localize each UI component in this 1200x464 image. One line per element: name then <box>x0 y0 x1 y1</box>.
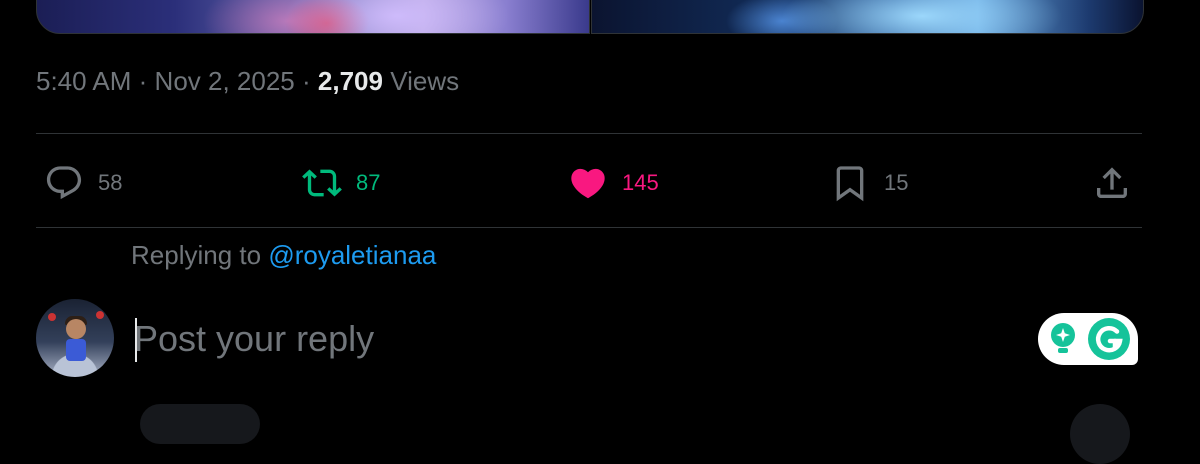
views-label: Views <box>390 66 460 96</box>
share-button[interactable] <box>1092 160 1132 206</box>
retweet-icon <box>302 169 342 197</box>
lightbulb-sparkle-icon[interactable] <box>1045 319 1081 359</box>
heart-icon <box>571 168 605 199</box>
text-caret <box>135 318 137 362</box>
avatar[interactable] <box>36 299 114 377</box>
reply-icon <box>46 166 82 200</box>
tweet-meta: 5:40 AM · Nov 2, 2025 · 2,709 Views <box>36 66 459 97</box>
replying-to-handle[interactable]: @royaletianaa <box>268 240 436 270</box>
divider-bottom <box>36 227 1142 228</box>
bookmark-icon <box>836 166 864 202</box>
replying-to-label: Replying to <box>131 240 262 270</box>
share-icon <box>1097 167 1127 198</box>
reply-count: 58 <box>98 170 123 195</box>
views-count: 2,709 <box>317 66 383 96</box>
media-image-right[interactable] <box>591 0 1144 34</box>
reply-toolbar-circle[interactable] <box>1070 404 1130 464</box>
media-image-left[interactable] <box>36 0 590 34</box>
like-count: 145 <box>622 170 659 195</box>
retweet-count: 87 <box>356 170 381 195</box>
grammarly-widget[interactable] <box>1038 313 1138 365</box>
bookmark-button[interactable]: 15 <box>830 160 908 206</box>
meta-separator: · <box>302 66 311 96</box>
retweet-button[interactable]: 87 <box>302 160 380 206</box>
tweet-media <box>36 0 1144 34</box>
bookmark-count: 15 <box>884 170 909 195</box>
tweet-date[interactable]: Nov 2, 2025 <box>155 66 295 96</box>
reply-toolbar-button[interactable] <box>140 404 260 444</box>
divider-top <box>36 133 1142 134</box>
meta-separator: · <box>138 66 148 96</box>
replying-to: Replying to @royaletianaa <box>131 240 436 271</box>
like-button[interactable]: 145 <box>568 160 659 206</box>
reply-button[interactable]: 58 <box>44 160 122 206</box>
tweet-time[interactable]: 5:40 AM <box>36 66 131 96</box>
reply-input[interactable] <box>134 314 994 364</box>
grammarly-g-icon[interactable] <box>1087 317 1131 361</box>
